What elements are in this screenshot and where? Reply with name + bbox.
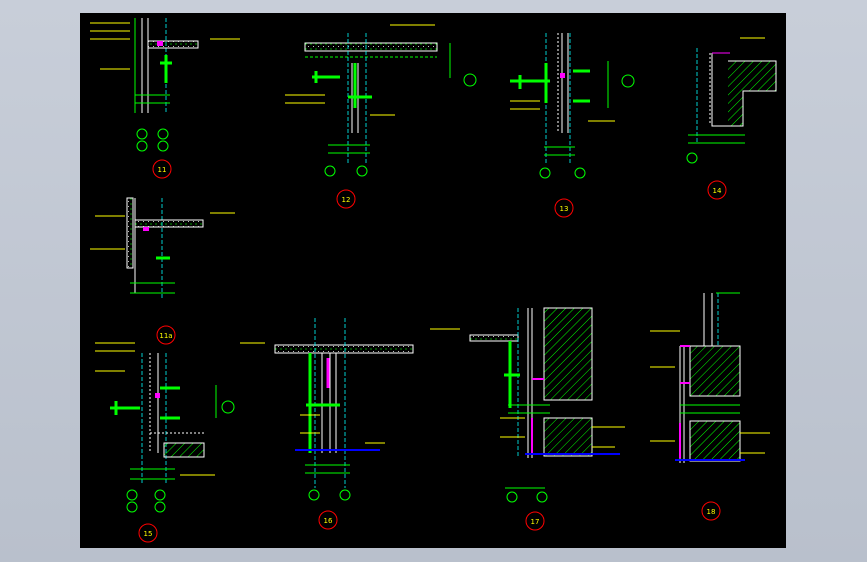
detail-label-11a: 11a xyxy=(159,332,172,340)
detail-label-11: 11 xyxy=(158,166,167,174)
detail-label-12: 12 xyxy=(342,196,351,204)
drawing-canvas[interactable]: 11 12 13 14 11a 15 16 17 18 xyxy=(80,13,786,548)
detail-label-15: 15 xyxy=(144,530,153,538)
detail-label-13: 13 xyxy=(560,205,569,213)
detail-label-17: 17 xyxy=(531,518,540,526)
detail-11[interactable]: 11 xyxy=(90,18,240,179)
detail-label-14: 14 xyxy=(713,187,722,195)
detail-15[interactable]: 15 xyxy=(95,342,235,543)
viewport: 11 12 13 14 11a 15 16 17 18 xyxy=(0,0,867,562)
detail-label-18: 18 xyxy=(707,508,716,516)
detail-14[interactable]: 14 xyxy=(686,37,777,200)
detail-12[interactable]: 12 xyxy=(285,24,477,209)
detail-18[interactable]: 18 xyxy=(650,292,770,521)
detail-13[interactable]: 13 xyxy=(510,33,635,218)
detail-11a[interactable]: 11a xyxy=(90,197,235,345)
detail-label-16: 16 xyxy=(324,517,333,525)
cad-drawing[interactable]: 11 12 13 14 11a 15 16 17 18 xyxy=(80,13,786,548)
detail-16[interactable]: 16 xyxy=(240,318,414,530)
detail-17[interactable]: 17 xyxy=(430,307,625,531)
